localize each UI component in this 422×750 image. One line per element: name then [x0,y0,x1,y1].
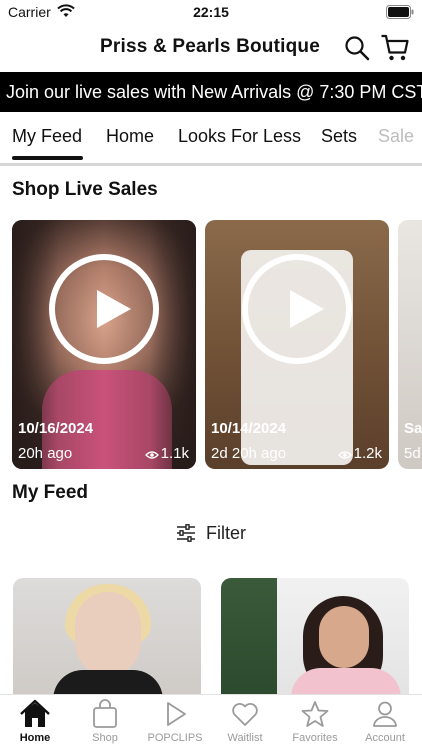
views-count: 1.2k [353,445,382,462]
cart-icon[interactable] [380,33,410,68]
active-tab-indicator [12,156,83,160]
live-sale-date: 10/16/2024 [18,420,94,437]
eye-icon [337,451,352,459]
live-sale-views: 1.1k [144,445,189,462]
product-image-face [75,592,141,676]
tabbar-home[interactable]: Home [0,699,70,744]
live-sale-ago: 5d [404,445,421,462]
play-icon [167,702,186,726]
tabbar-label: Shop [92,732,118,744]
live-sale-date: Sa [404,420,422,437]
tabs-divider [0,163,422,166]
play-icon[interactable] [49,254,159,364]
tab-my-feed[interactable]: My Feed [12,126,82,147]
status-bar: Carrier 22:15 [0,0,422,26]
eye-icon [144,451,159,459]
home-icon [20,699,50,727]
filter-icon [177,524,195,542]
product-image [221,578,277,698]
tab-sale[interactable]: Sale [378,126,414,147]
tabbar-label: POPCLIPS [147,732,203,744]
clock: 22:15 [193,4,229,20]
search-icon[interactable] [344,35,370,66]
star-icon [301,701,329,727]
live-sales-title: Shop Live Sales [12,179,158,200]
person-icon [373,701,397,727]
live-sale-card[interactable]: Sa 5d [398,220,422,469]
battery-icon [386,5,414,22]
live-sale-date: 10/14/2024 [211,420,287,437]
filter-button[interactable]: Filter [176,523,246,544]
views-count: 1.1k [160,445,189,462]
tabbar-shop[interactable]: Shop [70,699,140,744]
category-tabs: My Feed Home Looks For Less Sets Sale [0,112,422,164]
app-header: Priss & Pearls Boutique [0,26,422,70]
tab-looks-for-less[interactable]: Looks For Less [178,126,301,147]
feed-product-card[interactable] [13,578,201,698]
live-sale-ago: 2d 20h ago [211,445,287,462]
tabbar-waitlist[interactable]: Waitlist [210,699,280,744]
filter-label: Filter [206,523,246,543]
tab-sets[interactable]: Sets [321,126,357,147]
promo-banner[interactable]: Join our live sales with New Arrivals @ … [0,72,422,112]
play-icon[interactable] [242,254,352,364]
feed-title: My Feed [12,482,89,503]
feed-product-card[interactable] [221,578,409,698]
tabbar-label: Favorites [292,732,338,744]
product-image-face [319,606,369,668]
tabbar-popclips[interactable]: POPCLIPS [140,699,210,744]
tab-home[interactable]: Home [106,126,154,147]
tabbar-favorites[interactable]: Favorites [280,699,350,744]
live-sale-views: 1.2k [337,445,382,462]
bottom-tab-bar: Home Shop POPCLIPS Waitlist Favorites Ac… [0,694,422,750]
bag-icon [93,699,117,728]
tabbar-label: Home [19,732,51,744]
heart-icon [232,703,258,726]
live-sale-ago: 20h ago [18,445,73,462]
live-sale-card[interactable]: 10/16/2024 20h ago 1.1k [12,220,196,469]
tabbar-label: Account [365,732,405,744]
live-sale-card[interactable]: 10/14/2024 2d 20h ago 1.2k [205,220,389,469]
tabbar-label: Waitlist [227,732,263,744]
tabbar-account[interactable]: Account [350,699,420,744]
store-title: Priss & Pearls Boutique [100,36,321,57]
